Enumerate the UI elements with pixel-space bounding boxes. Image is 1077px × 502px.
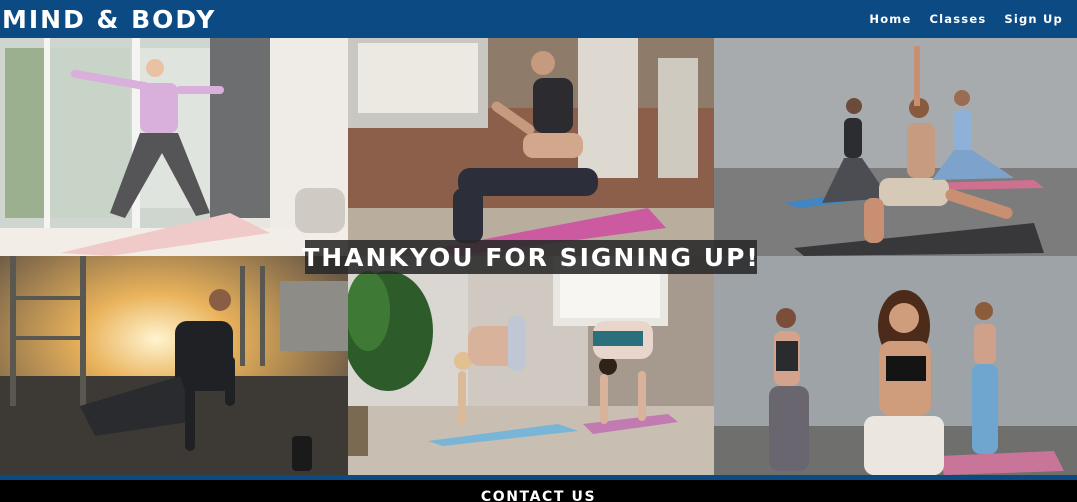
gallery-image xyxy=(714,38,1077,256)
main-nav: Home Classes Sign Up xyxy=(869,12,1077,26)
signup-confirmation-message: THANKYOU FOR SIGNING UP! xyxy=(302,240,758,274)
nav-classes-link[interactable]: Classes xyxy=(929,12,986,26)
gallery-image xyxy=(348,38,714,256)
site-header: MIND & BODY Home Classes Sign Up xyxy=(0,0,1077,38)
brand-logo[interactable]: MIND & BODY xyxy=(0,7,216,32)
gallery-image xyxy=(0,38,348,256)
nav-signup-link[interactable]: Sign Up xyxy=(1004,12,1063,26)
site-footer: CONTACT US xyxy=(0,480,1077,502)
nav-home-link[interactable]: Home xyxy=(869,12,911,26)
contact-us-heading: CONTACT US xyxy=(480,489,597,502)
gallery-image xyxy=(714,256,1077,475)
gallery-image xyxy=(0,256,348,475)
gallery-image xyxy=(348,256,714,475)
